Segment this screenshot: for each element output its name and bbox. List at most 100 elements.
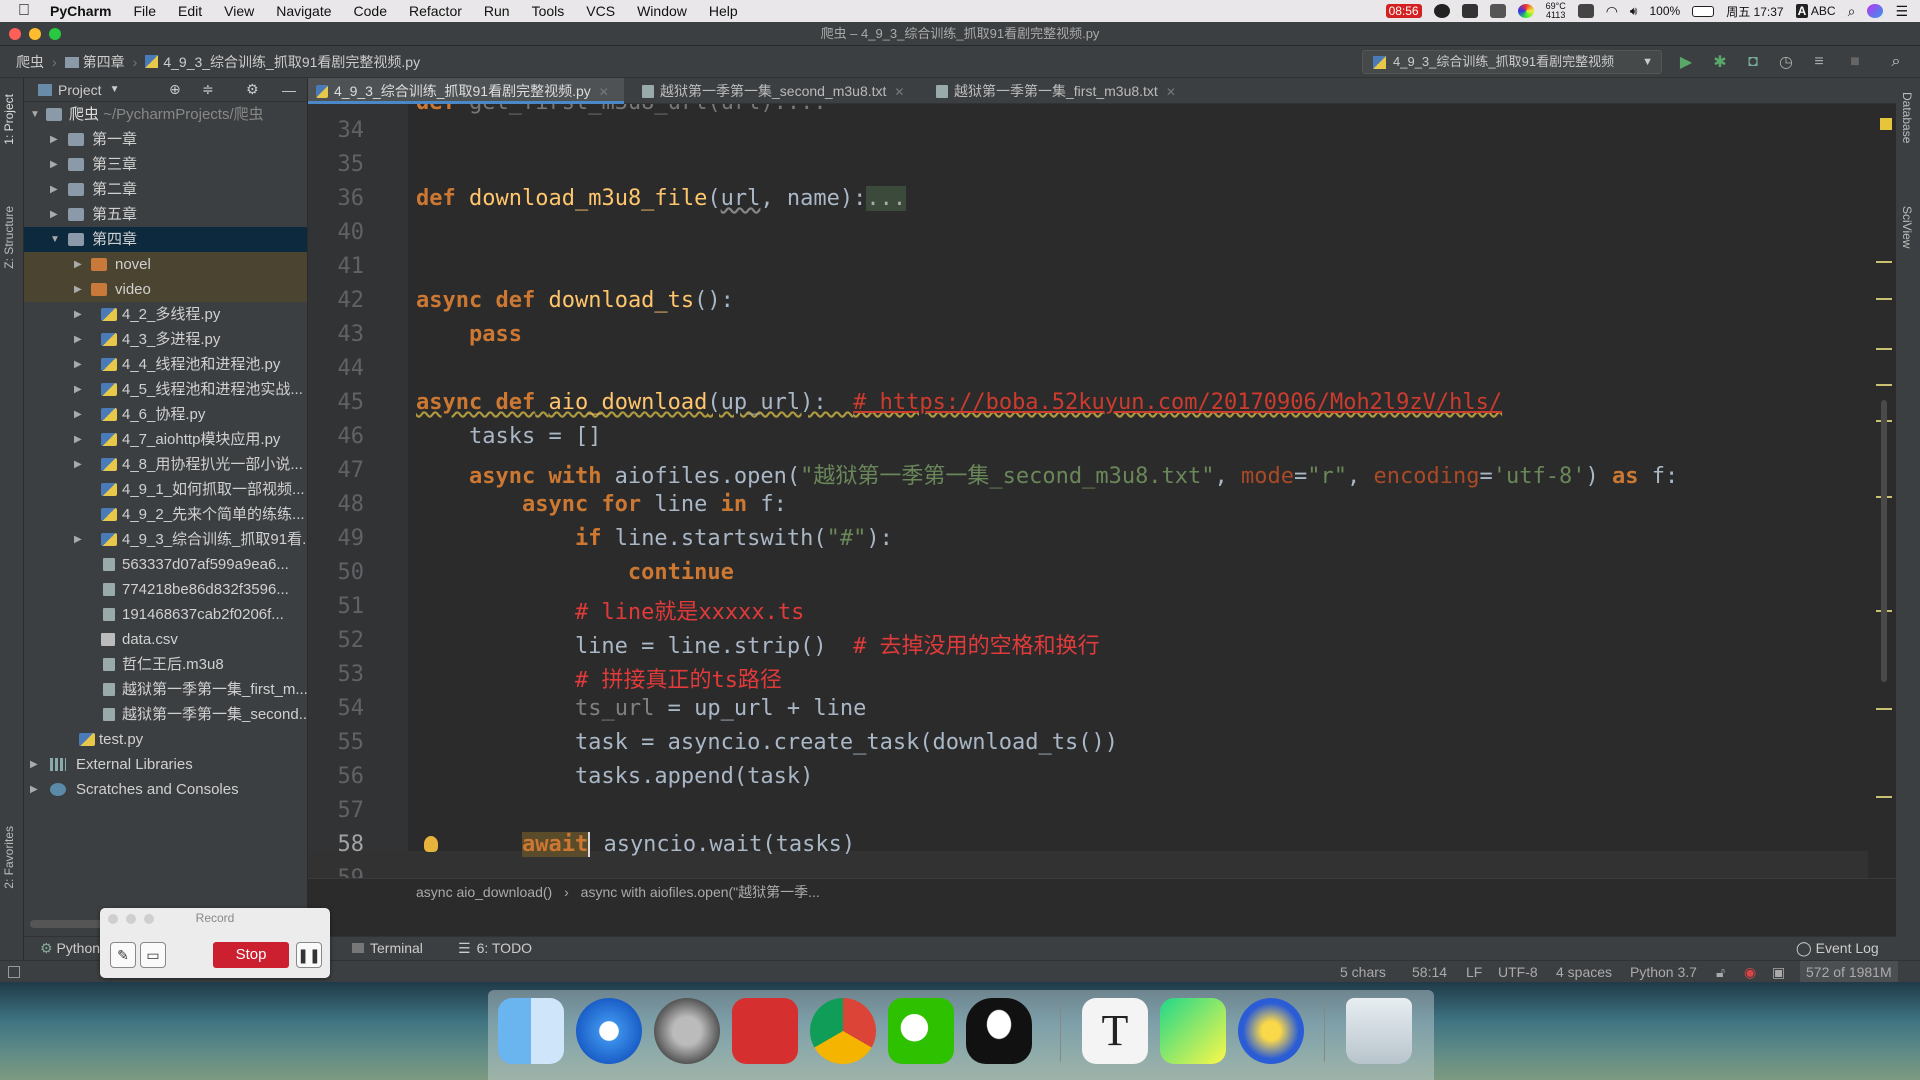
clock[interactable]: 周五 17:37 bbox=[1726, 3, 1783, 20]
structure-tool-tab[interactable]: Z: Structure bbox=[2, 206, 16, 269]
gear-icon[interactable]: ⚙ bbox=[246, 81, 259, 98]
pycharm-icon[interactable] bbox=[1160, 998, 1226, 1064]
tree-item-external-libraries[interactable]: ▶ External Libraries bbox=[24, 752, 307, 777]
tab-second-m3u8[interactable]: 越狱第一季第一集_second_m3u8.txt ✕ bbox=[634, 78, 924, 104]
tree-item-file[interactable]: 4_9_2_先来个简单的练练... bbox=[24, 502, 307, 527]
wechat-icon[interactable] bbox=[1461, 4, 1478, 18]
tree-item-file[interactable]: ▶ 4_6_协程.py bbox=[24, 402, 307, 427]
close-window-button[interactable] bbox=[9, 28, 21, 40]
lightbulb-icon[interactable] bbox=[424, 836, 438, 852]
tab-first-m3u8[interactable]: 越狱第一季第一集_first_m3u8.txt ✕ bbox=[928, 78, 1208, 104]
folded-code[interactable]: ... bbox=[866, 186, 907, 211]
netease-music-icon[interactable] bbox=[732, 998, 798, 1064]
terminal-tab[interactable]: Terminal bbox=[352, 940, 423, 956]
url-comment[interactable]: # https://boba.52kuyun.com/20170906/Moh2… bbox=[853, 390, 1502, 415]
tree-item-file[interactable]: 191468637cab2f0206f... bbox=[24, 602, 307, 627]
memory-icon[interactable] bbox=[1577, 4, 1594, 18]
input-source[interactable]: A ABC bbox=[1795, 4, 1836, 18]
tree-item-file[interactable]: 774218be86d832f3596... bbox=[24, 577, 307, 602]
notification-center-icon[interactable]: ☰ bbox=[1895, 3, 1908, 20]
tree-item-file[interactable]: 4_9_1_如何抓取一部视频... bbox=[24, 477, 307, 502]
lock-icon[interactable]: 🔓︎ bbox=[1716, 961, 1725, 983]
close-icon[interactable]: ✕ bbox=[599, 85, 609, 99]
tree-item-video[interactable]: ▶ video bbox=[24, 277, 307, 302]
debug-icon[interactable]: ✱ bbox=[1710, 52, 1730, 72]
close-icon[interactable]: ✕ bbox=[1166, 85, 1176, 99]
error-stripe-marker[interactable] bbox=[1876, 384, 1892, 386]
nav-crumb-folder[interactable]: 第四章 bbox=[64, 52, 125, 72]
thunder-app-icon[interactable] bbox=[1238, 998, 1304, 1064]
trash-icon[interactable] bbox=[1346, 998, 1412, 1064]
chrome-icon[interactable] bbox=[810, 998, 876, 1064]
file-encoding[interactable]: UTF-8 bbox=[1498, 961, 1538, 983]
menu-view[interactable]: View bbox=[224, 3, 254, 19]
breadcrumb-function[interactable]: async aio_download() bbox=[416, 884, 552, 900]
menu-navigate[interactable]: Navigate bbox=[276, 3, 331, 19]
event-log-tab[interactable]: ◯ Event Log bbox=[1796, 940, 1879, 957]
run-configuration-select[interactable]: 4_9_3_综合训练_抓取91看剧完整视频 ▼ bbox=[1362, 50, 1662, 74]
tree-item-file[interactable]: ▶ 4_3_多进程.py bbox=[24, 327, 307, 352]
panel-toggle-icon[interactable] bbox=[8, 966, 20, 978]
minimize-window-button[interactable] bbox=[29, 28, 41, 40]
tree-item-file[interactable]: ▶ 4_2_多线程.py bbox=[24, 302, 307, 327]
locate-icon[interactable]: ⊕ bbox=[169, 81, 181, 98]
wifi-icon[interactable]: ◠ bbox=[1606, 3, 1618, 20]
tree-item-chapter1[interactable]: ▶ 第一章 bbox=[24, 127, 307, 152]
tree-item-chapter4[interactable]: ▼ 第四章 bbox=[24, 227, 307, 252]
menu-code[interactable]: Code bbox=[354, 3, 387, 19]
tree-item-file[interactable]: 越狱第一季第一集_first_m... bbox=[24, 677, 307, 702]
minimize-icon[interactable]: — bbox=[282, 82, 296, 98]
tree-item-file[interactable]: ▶ 4_7_aiohttp模块应用.py bbox=[24, 427, 307, 452]
error-stripe-marker[interactable] bbox=[1876, 796, 1892, 798]
pause-icon[interactable]: ❚❚ bbox=[296, 942, 322, 968]
inspection-status-icon[interactable] bbox=[1880, 118, 1892, 130]
finder-icon[interactable] bbox=[498, 998, 564, 1064]
database-tool-tab[interactable]: Database bbox=[1900, 92, 1914, 143]
stop-icon[interactable]: ■ bbox=[1845, 52, 1865, 72]
python-console-tab[interactable]: ⚙ Python bbox=[40, 940, 100, 957]
screen-icon[interactable]: ▭ bbox=[140, 942, 166, 968]
profile-icon[interactable]: ◷ bbox=[1776, 52, 1796, 72]
tree-item-file[interactable]: ▶ 4_9_3_综合训练_抓取91看... bbox=[24, 527, 307, 552]
error-stripe-marker[interactable] bbox=[1876, 298, 1892, 300]
thunder-icon[interactable] bbox=[1433, 4, 1450, 18]
git-icon[interactable]: ◉ bbox=[1744, 961, 1756, 983]
project-view-select[interactable]: Project bbox=[58, 82, 102, 98]
tree-root[interactable]: ▼ 爬虫 ~/PycharmProjects/爬虫 bbox=[24, 102, 307, 127]
line-separator[interactable]: LF bbox=[1466, 961, 1482, 983]
menu-help[interactable]: Help bbox=[709, 3, 738, 19]
color-wheel-icon[interactable] bbox=[1517, 4, 1534, 18]
tree-item-file[interactable]: ▶ 4_8_用协程扒光一部小说... bbox=[24, 452, 307, 477]
tree-item-chapter2[interactable]: ▶ 第二章 bbox=[24, 177, 307, 202]
todo-tab[interactable]: ☰ 6: TODO bbox=[458, 940, 532, 957]
error-stripe-marker[interactable] bbox=[1876, 261, 1892, 263]
battery-icon[interactable] bbox=[1692, 5, 1715, 17]
zoom-window-button[interactable] bbox=[49, 28, 61, 40]
chevron-down-icon[interactable]: ▼ bbox=[110, 84, 120, 95]
menu-tools[interactable]: Tools bbox=[532, 3, 565, 19]
memory-indicator[interactable]: 572 of 1981M bbox=[1800, 961, 1898, 983]
tree-item-file[interactable]: data.csv bbox=[24, 627, 307, 652]
tree-item-scratches[interactable]: ▶ Scratches and Consoles bbox=[24, 777, 307, 802]
close-icon[interactable]: ✕ bbox=[894, 85, 904, 99]
breadcrumb-with[interactable]: async with aiofiles.open("越狱第一季... bbox=[581, 884, 820, 900]
python-interpreter[interactable]: Python 3.7 bbox=[1630, 961, 1697, 983]
vertical-scrollbar[interactable] bbox=[1881, 400, 1887, 682]
apple-icon[interactable]:  bbox=[18, 3, 32, 19]
url-link[interactable]: # https://boba.52kuyun.com/20170906/Moh2… bbox=[853, 390, 1502, 415]
tree-item-file[interactable]: 越狱第一季第一集_second... bbox=[24, 702, 307, 727]
indent-setting[interactable]: 4 spaces bbox=[1556, 961, 1612, 983]
clipboard-icon[interactable] bbox=[1489, 4, 1506, 18]
run-icon[interactable]: ▶ bbox=[1676, 52, 1696, 72]
code-area[interactable]: def get_first_m3u8_url(url):... 34 35 36… bbox=[308, 104, 1868, 878]
launchpad-icon[interactable] bbox=[654, 998, 720, 1064]
siri-icon[interactable] bbox=[1867, 4, 1884, 18]
qq-icon[interactable] bbox=[966, 998, 1032, 1064]
error-stripe-marker[interactable] bbox=[1876, 348, 1892, 350]
search-icon[interactable]: ⌕ bbox=[1886, 52, 1906, 72]
pen-icon[interactable]: ✎ bbox=[110, 942, 136, 968]
favorites-tool-tab[interactable]: 2: Favorites bbox=[2, 826, 16, 889]
wechat-icon[interactable] bbox=[888, 998, 954, 1064]
menu-window[interactable]: Window bbox=[637, 3, 687, 19]
stop-button[interactable]: Stop bbox=[213, 942, 289, 968]
